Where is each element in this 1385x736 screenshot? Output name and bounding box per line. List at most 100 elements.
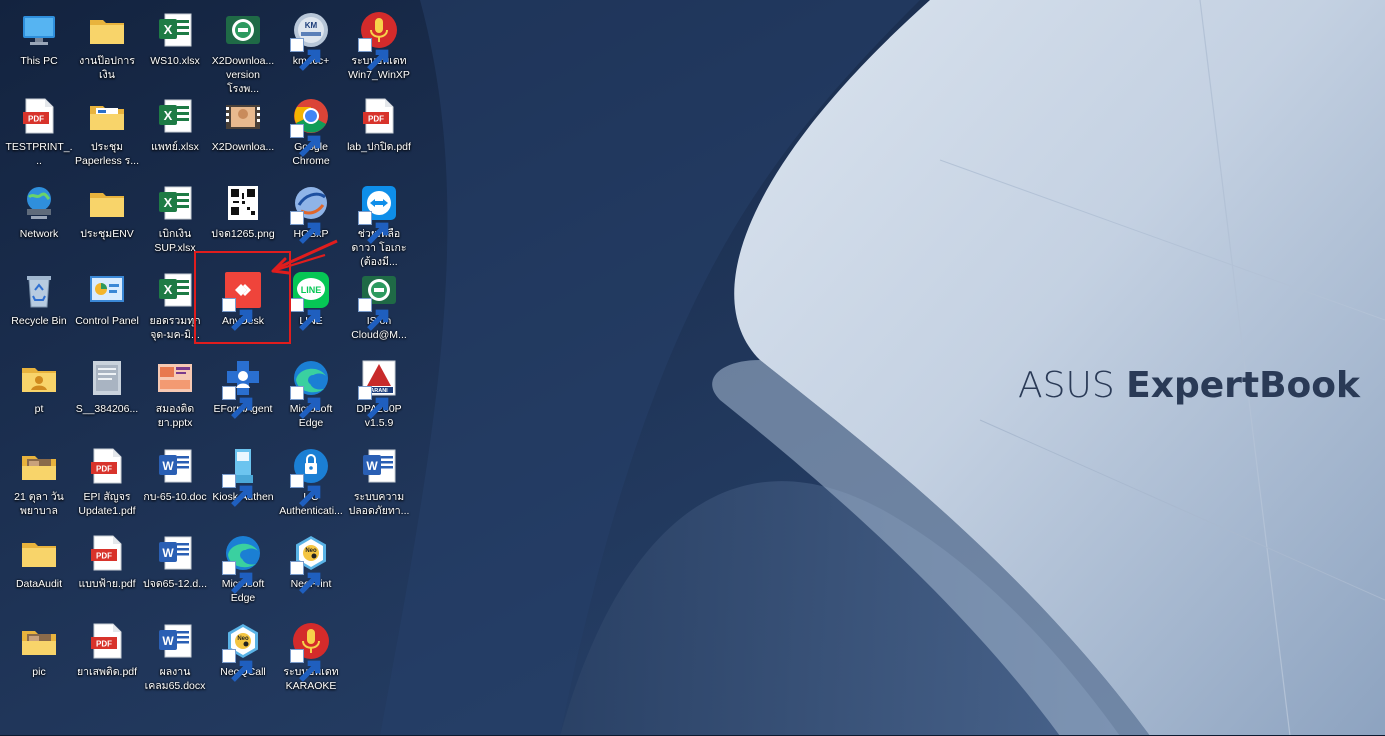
word-icon: W xyxy=(155,446,195,486)
desktop-icon-folder-photo[interactable]: 21 ตุลา วัน พยาบาล xyxy=(5,446,73,518)
desktop-icon-folder-docs[interactable]: ประชุม Paperless ร... xyxy=(73,96,141,168)
desktop-icon-green-app[interactable]: IS on Cloud@M... xyxy=(345,270,413,342)
pdf-icon: PDF xyxy=(87,621,127,661)
desktop-icon-pdf[interactable]: PDF lab_ปกปิด.pdf xyxy=(345,96,413,154)
recycle-icon xyxy=(19,270,59,310)
desktop-icon-label: 21 ตุลา วัน พยาบาล xyxy=(14,491,64,517)
desktop-icon-teamviewer[interactable]: ช่วยเหลือ ดาวา โอเกะ (ต้องมี... xyxy=(345,183,413,269)
desktop-icon-mic-red[interactable]: ระบบอัพเดท KARAOKE xyxy=(277,621,345,693)
mic-red-icon xyxy=(358,10,399,71)
folder-icon xyxy=(87,10,127,50)
monitor-icon xyxy=(19,10,59,50)
desktop-icon-excel[interactable]: X WS10.xlsx xyxy=(141,10,209,68)
svg-text:PDF: PDF xyxy=(96,552,112,561)
desktop-icon-control-panel[interactable]: Control Panel xyxy=(73,270,141,328)
desktop-icon-label: ประชุมENV xyxy=(80,228,134,240)
folder-photo-icon xyxy=(19,621,59,661)
desktop-icon-hosxp[interactable]: HOSxP xyxy=(277,183,345,244)
folder-icon xyxy=(19,533,59,573)
desktop-icon-label: ประชุม Paperless ร... xyxy=(75,141,139,167)
svg-text:X: X xyxy=(164,108,173,123)
arani-icon: ARANI xyxy=(358,358,399,419)
svg-text:W: W xyxy=(366,459,378,473)
desktop-icon-chrome[interactable]: Google Chrome xyxy=(277,96,345,168)
shortcut-arrow-icon xyxy=(222,561,253,594)
brand-part2: ExpertBook xyxy=(1126,365,1360,406)
desktop-icon-qr[interactable]: ปจด1265.png xyxy=(209,183,277,241)
desktop-icon-word[interactable]: W ระบบความ ปลอดภัยทา... xyxy=(345,446,413,518)
word-icon: W xyxy=(155,621,195,661)
desktop-icon-folder[interactable]: งานป๊อปการเงิน xyxy=(73,10,141,82)
teamviewer-icon xyxy=(358,183,399,244)
desktop-icon-folder-user[interactable]: pt xyxy=(5,358,73,416)
brand-logo: ASUS ExpertBook xyxy=(1018,365,1360,406)
desktop-icon-arani[interactable]: ARANI DPA260P v1.5.9 xyxy=(345,358,413,430)
desktop-icon-video[interactable]: X2Downloa... xyxy=(209,96,277,154)
desktop-icon-monitor[interactable]: This PC xyxy=(5,10,73,68)
desktop-icon-document-img[interactable]: S__384206... xyxy=(73,358,141,416)
shortcut-arrow-icon xyxy=(290,211,321,244)
desktop-icon-recycle[interactable]: Recycle Bin xyxy=(5,270,73,328)
hosxp-icon xyxy=(290,183,331,244)
desktop-icon-word[interactable]: W ผลงาน เคลม65.docx xyxy=(141,621,209,693)
edge-icon xyxy=(222,533,263,594)
green-app-icon xyxy=(223,10,263,50)
desktop-icon-pdf[interactable]: PDF ยาเสพติด.pdf xyxy=(73,621,141,679)
shortcut-arrow-icon xyxy=(358,386,389,419)
desktop-icon-kmecc[interactable]: KM kmecc+ xyxy=(277,10,345,71)
pdf-icon: PDF xyxy=(87,533,127,573)
mic-red-icon xyxy=(290,621,331,682)
desktop-icon-green-app[interactable]: X2Downloa... version โรงพ... xyxy=(209,10,277,96)
desktop-icon-label: แพทย์.xlsx xyxy=(151,141,199,153)
neo-icon: Neo xyxy=(290,533,331,594)
excel-icon: X xyxy=(155,270,195,310)
desktop-icon-folder[interactable]: DataAudit xyxy=(5,533,73,591)
neo-icon: Neo xyxy=(222,621,263,682)
desktop-icon-label: X2Downloa... xyxy=(211,141,275,153)
desktop-icon-label: Control Panel xyxy=(75,315,139,327)
pdf-icon: PDF xyxy=(19,96,59,136)
desktop[interactable]: ASUS ExpertBook This PC งานป๊อปการเงิน X WS… xyxy=(0,0,1385,736)
brand-part1: ASUS xyxy=(1018,365,1115,406)
desktop-icon-folder-photo[interactable]: pic xyxy=(5,621,73,679)
desktop-icon-word[interactable]: W ปจด65-12.d... xyxy=(141,533,209,591)
desktop-icon-label: ปจด65-12.d... xyxy=(143,578,207,590)
desktop-icon-edge[interactable]: Microsoft Edge xyxy=(277,358,345,430)
desktop-icon-eform[interactable]: EFormAgent xyxy=(209,358,277,419)
svg-text:PDF: PDF xyxy=(28,115,44,124)
network-icon xyxy=(19,183,59,223)
desktop-icon-word[interactable]: W กบ-65-10.doc xyxy=(141,446,209,504)
desktop-icon-mic-red[interactable]: ระบบอัพเดท Win7_WinXP xyxy=(345,10,413,82)
shortcut-arrow-icon xyxy=(290,386,321,419)
folder-photo-icon xyxy=(19,446,59,486)
desktop-icon-excel[interactable]: X เบิกเงิน SUP.xlsx xyxy=(141,183,209,255)
folder-docs-icon xyxy=(87,96,127,136)
video-icon xyxy=(223,96,263,136)
desktop-icon-pdf[interactable]: PDF แบบฟ้าย.pdf xyxy=(73,533,141,591)
desktop-icon-folder[interactable]: ประชุมENV xyxy=(73,183,141,241)
shortcut-arrow-icon xyxy=(290,561,321,594)
folder-user-icon xyxy=(19,358,59,398)
desktop-icon-label: WS10.xlsx xyxy=(150,55,200,67)
desktop-icon-edge[interactable]: Microsoft Edge xyxy=(209,533,277,605)
desktop-icon-neo[interactable]: Neo NeoQCall xyxy=(209,621,277,682)
desktop-icon-kiosk[interactable]: Kiosk Authen xyxy=(209,446,277,507)
desktop-icon-label: EPI สัญจร Update1.pdf xyxy=(78,491,136,517)
shortcut-arrow-icon xyxy=(358,38,389,71)
shortcut-arrow-icon xyxy=(222,386,253,419)
desktop-icon-pptx[interactable]: สมองติด ยา.pptx xyxy=(141,358,209,430)
svg-text:X: X xyxy=(164,195,173,210)
shortcut-arrow-icon xyxy=(358,211,389,244)
desktop-icon-excel[interactable]: X แพทย์.xlsx xyxy=(141,96,209,154)
desktop-icon-neo[interactable]: Neo NeoPrint xyxy=(277,533,345,594)
desktop-icon-uc-auth[interactable]: UC Authenticati... xyxy=(277,446,345,518)
desktop-icon-network[interactable]: Network xyxy=(5,183,73,241)
desktop-icon-label: lab_ปกปิด.pdf xyxy=(347,141,411,153)
desktop-icon-pdf[interactable]: PDF EPI สัญจร Update1.pdf xyxy=(73,446,141,518)
shortcut-arrow-icon xyxy=(222,474,253,507)
svg-text:LINE: LINE xyxy=(301,285,322,295)
svg-text:PDF: PDF xyxy=(368,115,384,124)
desktop-icon-pdf[interactable]: PDF TESTPRINT_... xyxy=(5,96,73,168)
folder-icon xyxy=(87,183,127,223)
edge-icon xyxy=(290,358,331,419)
